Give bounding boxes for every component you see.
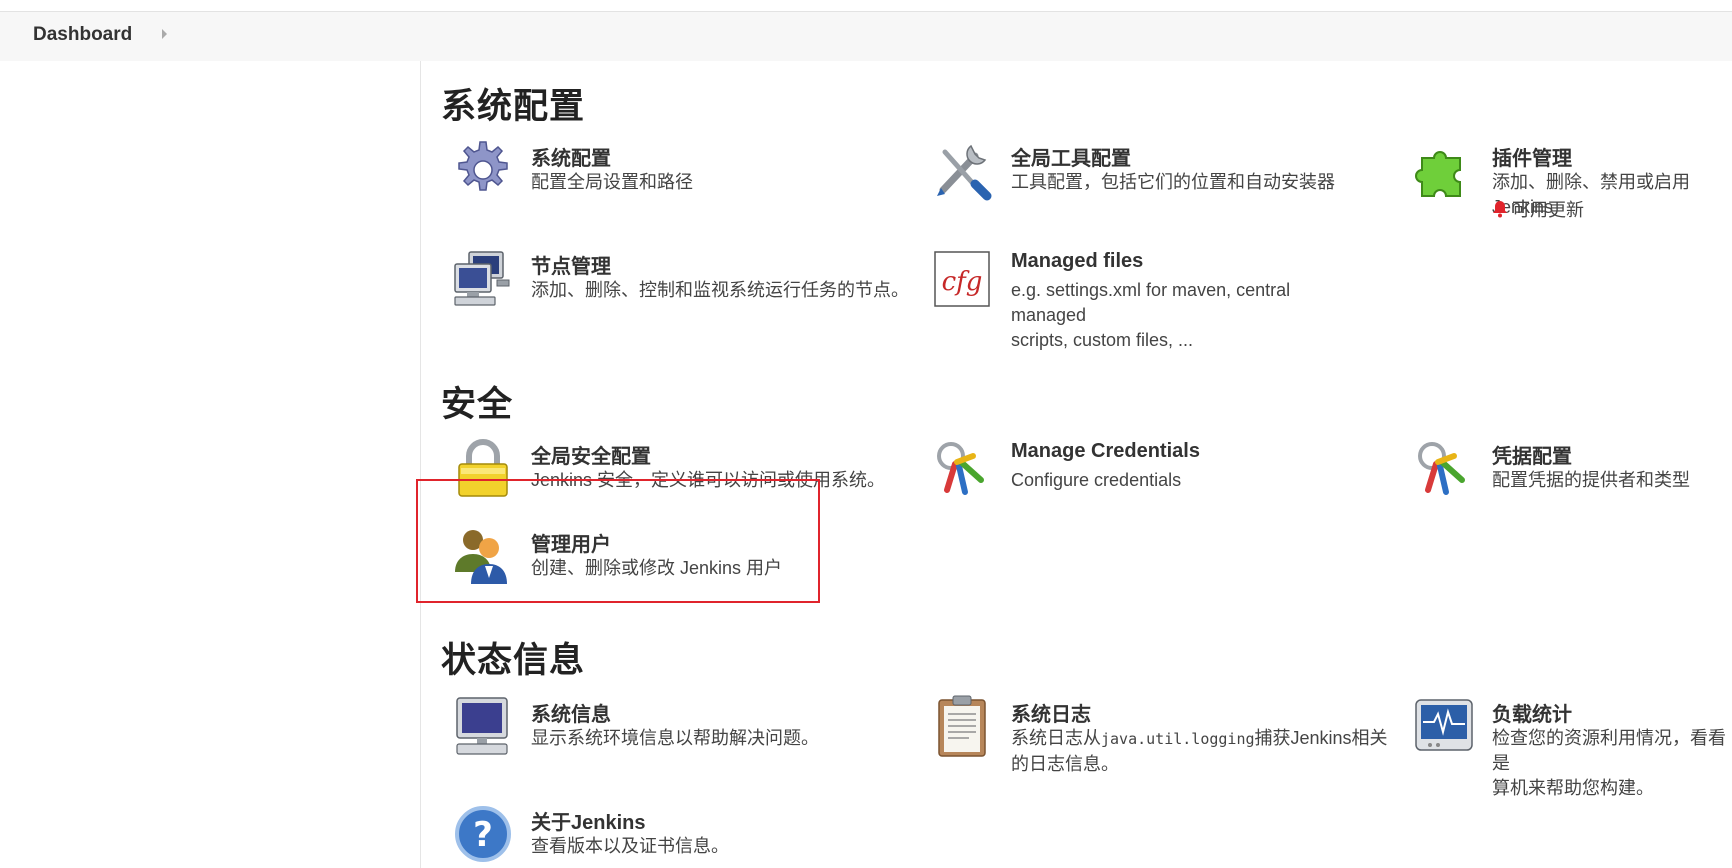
keys-icon [931,436,995,500]
monitor-icon [451,694,515,758]
item-name: 关于Jenkins [531,812,646,834]
item-name: 负载统计 [1492,704,1572,726]
item-name: 系统配置 [531,148,611,170]
section-title-system: 系统配置 [441,87,586,126]
clipboard-icon [931,694,995,758]
item-name: Managed files [1011,250,1144,272]
item-credential-providers[interactable]: 凭据配置 配置凭据的提供者和类型 [1412,436,1732,506]
svg-text:?: ? [473,815,493,855]
item-name: 全局工具配置 [1011,148,1131,170]
item-system-info[interactable]: 系统信息 显示系统环境信息以帮助解决问题。 [451,694,871,764]
top-border [0,0,1732,12]
item-load-statistics[interactable]: 负载统计 检查您的资源利用情况，看看是 算机来帮助您构建。 [1412,694,1732,798]
item-managed-files[interactable]: cfg Managed files e.g. settings.xml for … [931,246,1351,350]
puzzle-icon [1412,138,1476,202]
heartbeat-icon [1412,694,1476,758]
desc-code: java.util.logging [1101,730,1255,748]
item-global-tools[interactable]: 全局工具配置 工具配置，包括它们的位置和自动安装器 [931,138,1351,208]
item-manage-credentials[interactable]: Manage Credentials Configure credentials [931,436,1351,506]
section-title-security: 安全 [441,385,514,424]
item-about-jenkins[interactable]: ? 关于Jenkins 查看版本以及证书信息。 [451,802,811,868]
desc-line-1: e.g. settings.xml for maven, central man… [1011,280,1291,325]
desc-line-2: 的日志信息。 [1011,754,1119,774]
chevron-right-icon[interactable] [162,29,167,39]
item-name: 系统信息 [531,704,611,726]
breadcrumb-dashboard[interactable]: Dashboard [33,24,132,46]
update-label: 可用更新 [1512,200,1584,220]
item-desc: 查看版本以及证书信息。 [531,836,729,856]
highlight-box [416,479,820,603]
cfg-icon: cfg [931,246,995,310]
keys-icon [1412,436,1476,500]
item-name: 系统日志 [1011,704,1091,726]
item-name: Manage Credentials [1011,440,1200,462]
update-notice[interactable]: 可用更新 [1492,196,1584,222]
desc-line-2: 算机来帮助您构建。 [1492,778,1654,798]
item-desc: 工具配置，包括它们的位置和自动安装器 [1011,172,1335,192]
item-desc: 检查您的资源利用情况，看看是 算机来帮助您构建。 [1492,726,1732,801]
desc-text: 捕获Jenkins相关 [1254,728,1388,748]
item-desc: e.g. settings.xml for maven, central man… [1011,278,1351,353]
item-desc: 配置全局设置和路径 [531,172,693,192]
desc-text: 系统日志从 [1011,728,1101,748]
tools-icon [931,138,995,202]
item-desc: Configure credentials [1011,470,1182,490]
sidebar-divider [420,61,421,868]
help-icon: ? [451,802,515,866]
item-name: 插件管理 [1492,148,1572,170]
item-node-manager[interactable]: 节点管理 添加、删除、控制和监视系统运行任务的节点。 [451,246,911,316]
desc-line-2: scripts, custom files, ... [1011,330,1194,350]
bell-icon [1493,201,1507,218]
item-system-config[interactable]: 系统配置 配置全局设置和路径 [451,138,871,208]
item-desc: 系统日志从java.util.logging捕获Jenkins相关 的日志信息。 [1011,726,1388,777]
item-system-log[interactable]: 系统日志 系统日志从java.util.logging捕获Jenkins相关 的… [931,694,1391,784]
item-name: 节点管理 [531,256,611,278]
item-desc: 显示系统环境信息以帮助解决问题。 [531,728,819,748]
item-desc: 配置凭据的提供者和类型 [1492,470,1690,490]
desc-line-1: 检查您的资源利用情况，看看是 [1492,728,1726,773]
computers-icon [451,246,515,310]
gear-icon [451,138,515,202]
svg-text:cfg: cfg [942,267,983,297]
item-name: 全局安全配置 [531,446,651,468]
section-title-status: 状态信息 [441,641,586,680]
item-name: 凭据配置 [1492,446,1572,468]
item-desc: 添加、删除、控制和监视系统运行任务的节点。 [531,280,909,300]
item-plugin-manager[interactable]: 插件管理 添加、删除、禁用或启用Jenkins 可用更新 [1412,138,1732,228]
breadcrumb: Dashboard [0,12,1732,61]
